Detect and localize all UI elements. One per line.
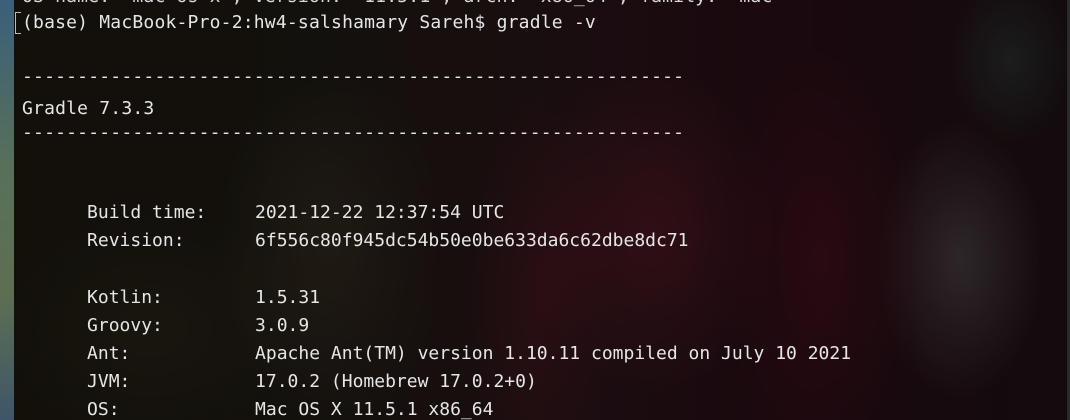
info-key: Revision: — [87, 230, 185, 251]
info-row-groovy: Groovy: 3.0.9 — [22, 290, 309, 336]
mark-bracket — [15, 12, 21, 34]
info-row-os: OS: Mac OS X 11.5.1 x86_64 — [22, 374, 493, 420]
terminal-output[interactable]: OS name: "mac os x", version: "11.5.1", … — [15, 0, 1070, 420]
info-row-ant: Ant: Apache Ant(TM) version 1.10.11 compi… — [22, 318, 851, 364]
info-row-revision: Revision: 6f556c80f945dc54b50e0be633da6c6… — [22, 205, 688, 251]
info-key: OS: — [87, 399, 120, 420]
cut-off-output-line: OS name: "mac os x", version: "11.5.1", … — [22, 0, 784, 8]
info-row-build-time: Build time: 2021-12-22 12:37:54 UTC — [22, 177, 504, 223]
info-row-kotlin: Kotlin: 1.5.31 — [22, 262, 320, 308]
separator-line: ----------------------------------------… — [22, 122, 685, 143]
info-value: 6f556c80f945dc54b50e0be633da6c62dbe8dc71 — [255, 230, 689, 251]
info-value: Mac OS X 11.5.1 x86_64 — [255, 399, 494, 420]
window-left-edge — [0, 0, 14, 420]
terminal-window[interactable]: OS name: "mac os x", version: "11.5.1", … — [0, 0, 1070, 420]
separator-line: ----------------------------------------… — [22, 66, 685, 87]
info-row-jvm: JVM: 17.0.2 (Homebrew 17.0.2+0) — [22, 346, 537, 392]
gradle-version: Gradle 7.3.3 — [22, 98, 155, 119]
command-prompt: (base) MacBook-Pro-2:hw4-salshamary Sare… — [22, 12, 596, 33]
